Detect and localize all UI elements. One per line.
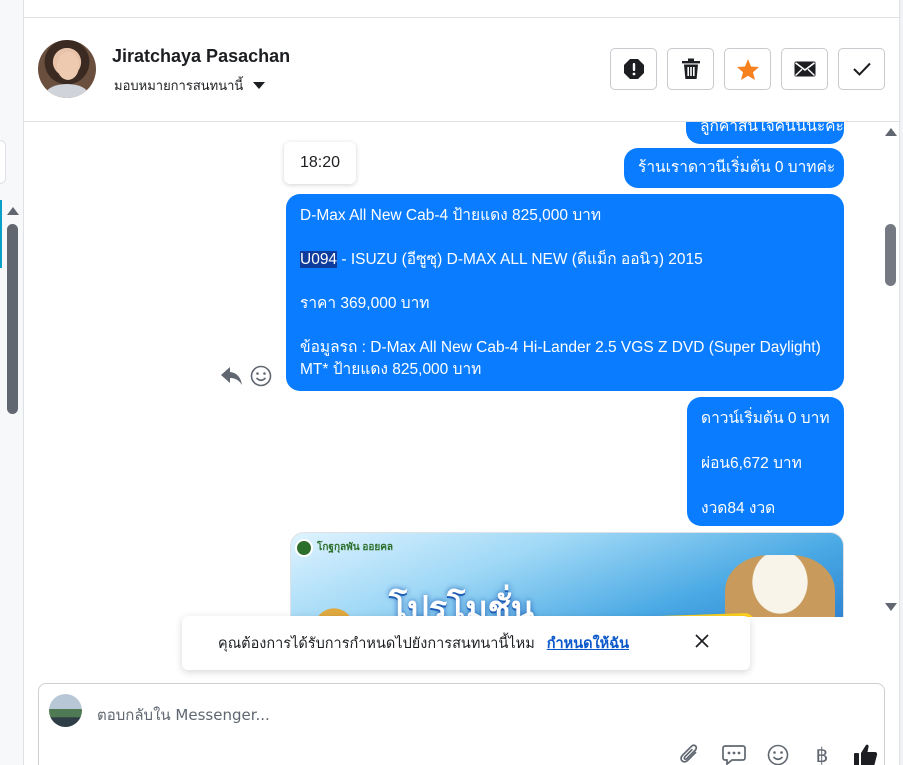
chevron-down-icon bbox=[253, 82, 266, 89]
mark-unread-button[interactable] bbox=[781, 48, 828, 90]
scroll-up-arrow[interactable] bbox=[885, 128, 897, 136]
react-emoji-icon[interactable] bbox=[250, 365, 272, 387]
timestamp-tooltip: 18:20 bbox=[284, 142, 356, 184]
message-bubble[interactable]: ลูกค้าสินใจคนนี้นะคะ bbox=[686, 122, 844, 144]
close-icon[interactable] bbox=[694, 633, 710, 649]
promo-brand: โกฐกุลพัน ออยคล bbox=[317, 542, 394, 553]
message-text: D-Max All New Cab-4 ป้ายแดง 825,000 บาท bbox=[300, 207, 602, 224]
message-bubble[interactable]: ดาวน์เริ่มต้น 0 บาท ผ่อน6,672 บาท งวด84 … bbox=[687, 397, 844, 526]
promo-image[interactable]: โกฐกุลพัน ออยคล โปรโมชั่น bbox=[290, 532, 844, 617]
avatar-shirt bbox=[46, 84, 88, 98]
rice-sack-graphic bbox=[725, 555, 835, 617]
emoji-button[interactable] bbox=[763, 742, 793, 765]
saved-replies-button[interactable] bbox=[719, 742, 749, 765]
emoji-icon bbox=[767, 744, 789, 765]
assign-label: มอบหมายการสนทนานี้ bbox=[114, 79, 244, 94]
left-scrollbar-thumb[interactable] bbox=[7, 224, 18, 414]
message-text: ราคา 369,000 บาท bbox=[300, 295, 430, 312]
like-button[interactable] bbox=[851, 742, 881, 765]
message-text: - ISUZU (อีซูซุ) D-MAX ALL NEW (ดีแม็ก อ… bbox=[337, 251, 703, 268]
left-panel-edge bbox=[0, 0, 24, 765]
composer-toolbar: ฿ bbox=[675, 742, 881, 765]
brand-logo-icon bbox=[295, 539, 313, 557]
assign-prompt-text: คุณต้องการได้รับการกำหนดไปยังการสนทนานี้… bbox=[218, 635, 535, 652]
paperclip-icon bbox=[680, 744, 698, 763]
message-bubble[interactable]: D-Max All New Cab-4 ป้ายแดง 825,000 บาท … bbox=[286, 194, 844, 391]
message-text: ผ่อน6,672 บาท bbox=[701, 455, 802, 472]
scrollbar-thumb[interactable] bbox=[885, 224, 896, 286]
message-text: ร้านเราดาวนีเริ่มต้น 0 บาทค่ะ bbox=[638, 159, 836, 176]
top-bar bbox=[24, 0, 903, 18]
message-line: U094 - ISUZU (อีซูซุ) D-MAX ALL NEW (ดีแ… bbox=[300, 249, 830, 271]
attach-button[interactable] bbox=[675, 742, 705, 765]
assign-prompt: คุณต้องการได้รับการกำหนดไปยังการสนทนานี้… bbox=[182, 616, 750, 670]
envelope-icon bbox=[794, 61, 815, 77]
right-window-edge bbox=[899, 0, 903, 765]
assign-conversation-dropdown[interactable]: มอบหมายการสนทนานี้ bbox=[114, 75, 266, 96]
star-icon bbox=[736, 58, 759, 80]
thumbs-up-icon bbox=[854, 744, 878, 765]
reply-composer: ตอบกลับใน Messenger... ฿ bbox=[38, 683, 885, 765]
baht-icon: ฿ bbox=[815, 743, 829, 765]
alert-icon bbox=[623, 59, 644, 79]
page-avatar bbox=[49, 694, 82, 727]
avatar-face bbox=[57, 52, 79, 80]
chat-bubble-icon bbox=[722, 745, 746, 765]
trash-icon bbox=[681, 58, 700, 79]
conversation-actions bbox=[610, 48, 885, 90]
selection-accent bbox=[0, 200, 2, 268]
contact-name[interactable]: Jiratchaya Pasachan bbox=[112, 46, 290, 67]
message-text: ข้อมูลรถ : D-Max All New Cab-4 Hi-Lander… bbox=[300, 339, 821, 378]
conversation-header: Jiratchaya Pasachan มอบหมายการสนทนานี้ bbox=[24, 18, 899, 122]
scroll-down-arrow[interactable] bbox=[885, 603, 897, 611]
mark-spam-button[interactable] bbox=[610, 48, 657, 90]
message-thread[interactable]: ลูกค้าสินใจคนนี้นะคะ ร้านเราดาวนีเริ่มต้… bbox=[24, 122, 882, 617]
delete-button[interactable] bbox=[667, 48, 714, 90]
reply-icon[interactable] bbox=[220, 365, 244, 387]
payment-button[interactable]: ฿ bbox=[807, 742, 837, 765]
reply-input[interactable]: ตอบกลับใน Messenger... bbox=[97, 703, 270, 727]
left-scroll-up-arrow[interactable] bbox=[7, 207, 19, 215]
mark-done-button[interactable] bbox=[838, 48, 885, 90]
contact-avatar[interactable] bbox=[38, 40, 96, 98]
message-text: งวด84 งวด bbox=[701, 500, 776, 517]
selected-text: U094 bbox=[300, 251, 338, 268]
star-button[interactable] bbox=[724, 48, 771, 90]
panel-tab[interactable] bbox=[0, 140, 6, 184]
assign-to-me-link[interactable]: กำหนดให้ฉัน bbox=[547, 632, 629, 655]
message-text: ลูกค้าสินใจคนนี้นะคะ bbox=[700, 122, 844, 135]
check-icon bbox=[852, 62, 871, 76]
message-bubble[interactable]: ร้านเราดาวนีเริ่มต้น 0 บาทค่ะ bbox=[624, 148, 844, 188]
thread-scrollbar[interactable] bbox=[882, 122, 899, 617]
inbox-page: Jiratchaya Pasachan มอบหมายการสนทนานี้ ล… bbox=[0, 0, 903, 765]
wheat-graphic bbox=[299, 593, 369, 617]
promo-headline: โปรโมชั่น bbox=[389, 589, 535, 617]
message-text: ดาวน์เริ่มต้น 0 บาท bbox=[701, 410, 830, 427]
